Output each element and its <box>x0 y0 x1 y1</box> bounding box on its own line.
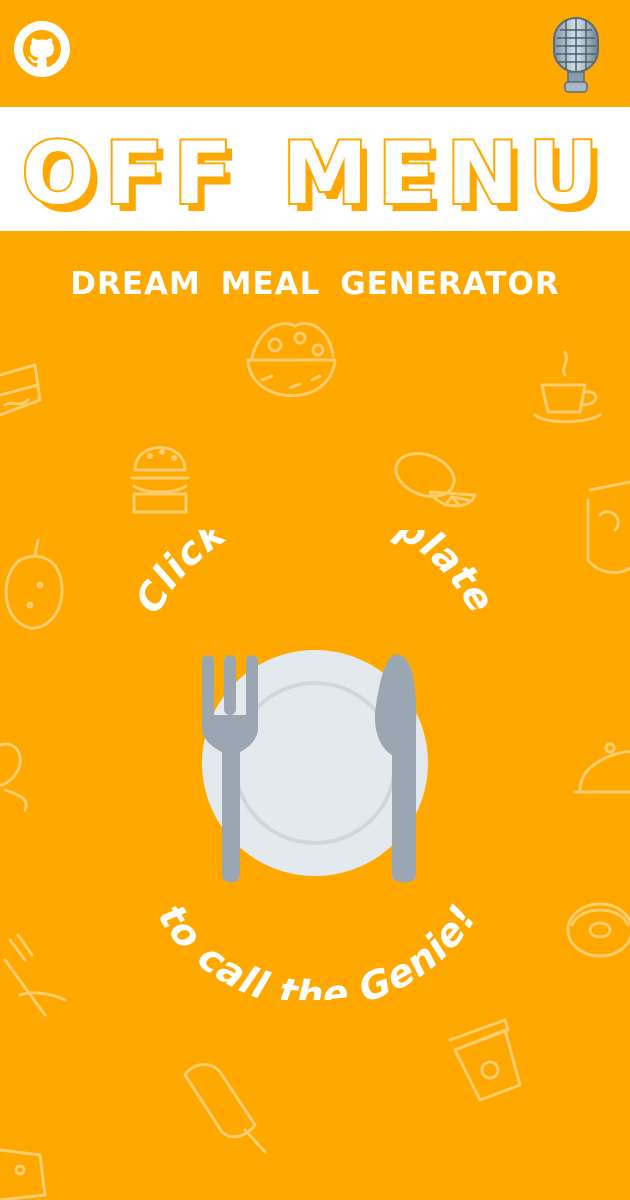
github-icon[interactable] <box>14 21 70 77</box>
prompt-top-text: Click on the plate <box>126 530 503 620</box>
top-bar <box>0 0 630 106</box>
cutlery-doodle-icon <box>3 933 67 1017</box>
sandwich-doodle-icon <box>0 363 42 417</box>
plate-area: Click on the plate to call the Genie! <box>110 530 520 1000</box>
herb-doodle-icon <box>0 742 28 812</box>
lemon-doodle-icon <box>394 452 477 508</box>
coffee-cup-doodle-icon <box>533 350 602 424</box>
app-title-graphic: OFF MENU OFF MENU <box>20 122 609 231</box>
title-banner: OFF MENU OFF MENU <box>0 107 630 231</box>
prompt-bottom-text: to call the Genie! <box>149 896 485 1000</box>
burger-doodle-icon <box>130 446 190 514</box>
app-title: OFF MENU <box>22 124 609 224</box>
subtitle: DREAM MEAL GENERATOR <box>70 266 560 302</box>
jar-doodle-icon <box>586 480 630 574</box>
cheese-doodle-icon <box>0 1148 47 1200</box>
plate-graphic[interactable]: Click on the plate to call the Genie! <box>110 530 520 1000</box>
donut-doodle-icon <box>566 902 630 958</box>
salad-bowl-doodle-icon <box>246 322 337 398</box>
microphone-icon[interactable] <box>548 14 604 94</box>
apple-doodle-icon <box>4 538 64 630</box>
cloche-doodle-icon <box>573 742 630 794</box>
takeaway-cup-doodle-icon <box>448 1018 522 1102</box>
popsicle-doodle-icon <box>183 1063 267 1154</box>
